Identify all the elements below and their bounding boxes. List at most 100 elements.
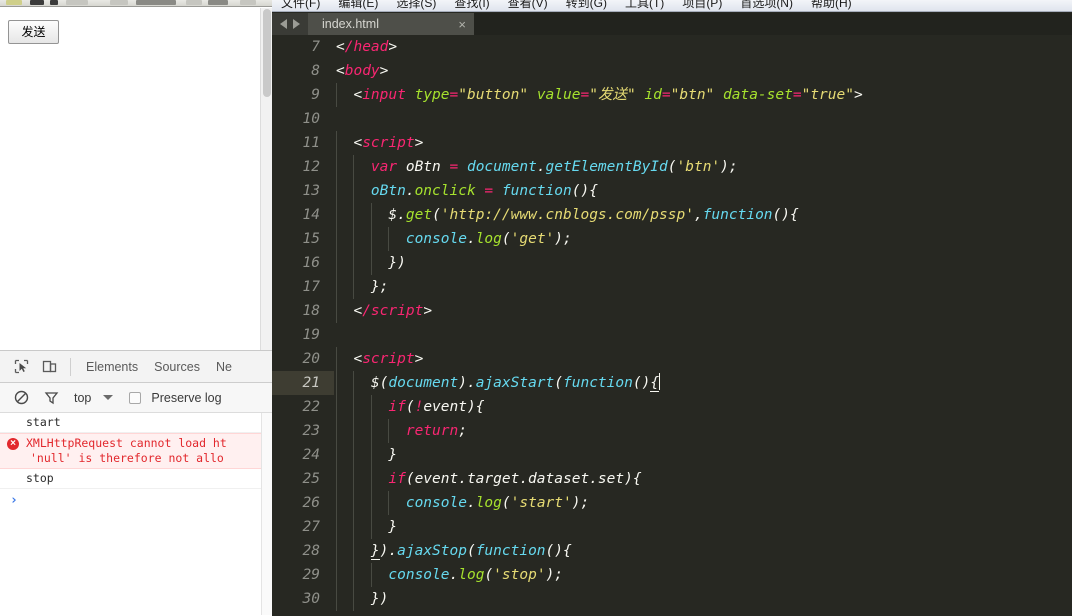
- code-line-11[interactable]: 11 <script>: [272, 131, 1072, 155]
- code-line-20[interactable]: 20 <script>: [272, 347, 1072, 371]
- code-line-21[interactable]: 21 $(document).ajaxStart(function(){: [272, 371, 1072, 395]
- code-line-8[interactable]: 8 <body>: [272, 59, 1072, 83]
- menu-item-4[interactable]: 查看(V): [499, 0, 557, 9]
- error-icon: ×: [7, 438, 19, 450]
- token: .: [466, 231, 476, 247]
- token: .: [466, 495, 476, 511]
- inspect-element-icon[interactable]: [8, 354, 34, 380]
- menu-item-3[interactable]: 查找(I): [445, 0, 498, 9]
- token: "true": [801, 87, 854, 103]
- code-line-text: if(!event){: [334, 395, 1072, 419]
- indent-guide: [353, 371, 355, 395]
- console-context-select[interactable]: top: [74, 391, 91, 405]
- code-line-text: console.log('stop');: [334, 563, 1072, 587]
- code-line-text: var oBtn = document.getElementById('btn'…: [334, 155, 1072, 179]
- code-line-25[interactable]: 25 if(event.target.dataset.set){: [272, 467, 1072, 491]
- menu-item-0[interactable]: 文件(F): [272, 0, 329, 9]
- console-log-row: stop: [0, 469, 272, 489]
- indent-guide: [336, 587, 337, 611]
- code-line-19[interactable]: 19: [272, 323, 1072, 347]
- menu-item-6[interactable]: 工具(T): [616, 0, 673, 9]
- token: =: [661, 87, 671, 103]
- code-line-24[interactable]: 24 }: [272, 443, 1072, 467]
- close-icon[interactable]: ×: [458, 17, 466, 32]
- code-line-23[interactable]: 23 return;: [272, 419, 1072, 443]
- token: (){: [545, 543, 572, 559]
- code-line-28[interactable]: 28 }).ajaxStop(function(){: [272, 539, 1072, 563]
- clear-console-icon[interactable]: [8, 385, 34, 411]
- indent-guide: [336, 419, 337, 443]
- token: ).: [379, 543, 398, 559]
- token: 'stop': [493, 567, 546, 583]
- console-error-row: × XMLHttpRequest cannot load ht 'null' i…: [0, 433, 272, 469]
- indent-guide: [336, 395, 337, 419]
- indent-guide: [353, 155, 355, 179]
- token: .: [397, 207, 406, 223]
- code-line-27[interactable]: 27 }: [272, 515, 1072, 539]
- code-line-30[interactable]: 30 }): [272, 587, 1072, 611]
- token: =: [580, 87, 590, 103]
- arrow-left-icon[interactable]: [280, 19, 287, 29]
- code-content[interactable]: 7 </head> 8 <body> 9 <input type="button" va…: [272, 35, 1072, 616]
- line-number: 18: [302, 303, 320, 319]
- page-scrollbar-thumb[interactable]: [263, 9, 271, 97]
- code-line-22[interactable]: 22 if(!event){: [272, 395, 1072, 419]
- token: function: [501, 183, 572, 199]
- code-line-7[interactable]: 7 </head>: [272, 35, 1072, 59]
- menu-item-1[interactable]: 编辑(E): [329, 0, 387, 9]
- indent-guide: [370, 251, 372, 275]
- send-button[interactable]: 发送: [8, 20, 59, 44]
- line-number: 11: [302, 135, 320, 151]
- menu-item-8[interactable]: 首选项(N): [731, 0, 802, 9]
- menu-item-5[interactable]: 转到(G): [557, 0, 616, 9]
- code-line-14[interactable]: 14 $.get('http://www.cnblogs.com/pssp',f…: [272, 203, 1072, 227]
- tab-sources[interactable]: Sources: [147, 357, 207, 377]
- preserve-log-label[interactable]: Preserve log: [151, 391, 221, 405]
- token: function: [475, 543, 546, 559]
- line-number: 8: [311, 63, 320, 79]
- code-line-text: console.log('get');: [334, 227, 1072, 251]
- code-line-29[interactable]: 29 console.log('stop');: [272, 563, 1072, 587]
- menu-item-9[interactable]: 帮助(H): [802, 0, 861, 9]
- menu-item-2[interactable]: 选择(S): [387, 0, 445, 9]
- indent-guide: [336, 155, 337, 179]
- console-scrollbar[interactable]: [261, 413, 272, 615]
- token: "button": [458, 87, 529, 103]
- code-line-text: <script>: [334, 347, 1072, 371]
- tab-network[interactable]: Ne: [209, 357, 239, 377]
- editor-tab-index-html[interactable]: index.html ×: [308, 13, 474, 35]
- code-line-15[interactable]: 15 console.log('get');: [272, 227, 1072, 251]
- chevron-down-icon[interactable]: [103, 395, 114, 400]
- line-number: 23: [302, 423, 320, 439]
- indent-guide: [353, 275, 355, 299]
- token: console: [388, 567, 450, 583]
- code-line-10[interactable]: 10: [272, 107, 1072, 131]
- device-toolbar-icon[interactable]: [36, 354, 62, 380]
- line-number: 19: [302, 327, 320, 343]
- editor-tabbar: index.html ×: [272, 13, 1072, 35]
- line-number: 26: [302, 495, 320, 511]
- tab-elements[interactable]: Elements: [79, 357, 145, 377]
- line-number: 28: [302, 543, 320, 559]
- token: (): [632, 375, 651, 391]
- code-line-13[interactable]: 13 oBtn.onclick = function(){: [272, 179, 1072, 203]
- screen-root: 发送 Elements Sources Ne top Preserve log …: [0, 0, 1072, 616]
- code-line-12[interactable]: 12 var oBtn = document.getElementById('b…: [272, 155, 1072, 179]
- menu-item-7[interactable]: 项目(P): [673, 0, 731, 9]
- preserve-log-checkbox[interactable]: [129, 391, 142, 404]
- console-error-line1: XMLHttpRequest cannot load ht: [26, 436, 227, 450]
- code-line-17[interactable]: 17 };: [272, 275, 1072, 299]
- code-line-26[interactable]: 26 console.log('start');: [272, 491, 1072, 515]
- code-line-18[interactable]: 18 </script>: [272, 299, 1072, 323]
- code-line-16[interactable]: 16 }): [272, 251, 1072, 275]
- filter-icon[interactable]: [38, 385, 64, 411]
- token: "btn": [670, 87, 715, 103]
- console-input-prompt[interactable]: ›: [0, 489, 272, 511]
- token: (: [466, 543, 476, 559]
- page-scrollbar[interactable]: [260, 8, 272, 350]
- code-line-9[interactable]: 9 <input type="button" value="发送" id="bt…: [272, 83, 1072, 107]
- arrow-right-icon[interactable]: [293, 19, 300, 29]
